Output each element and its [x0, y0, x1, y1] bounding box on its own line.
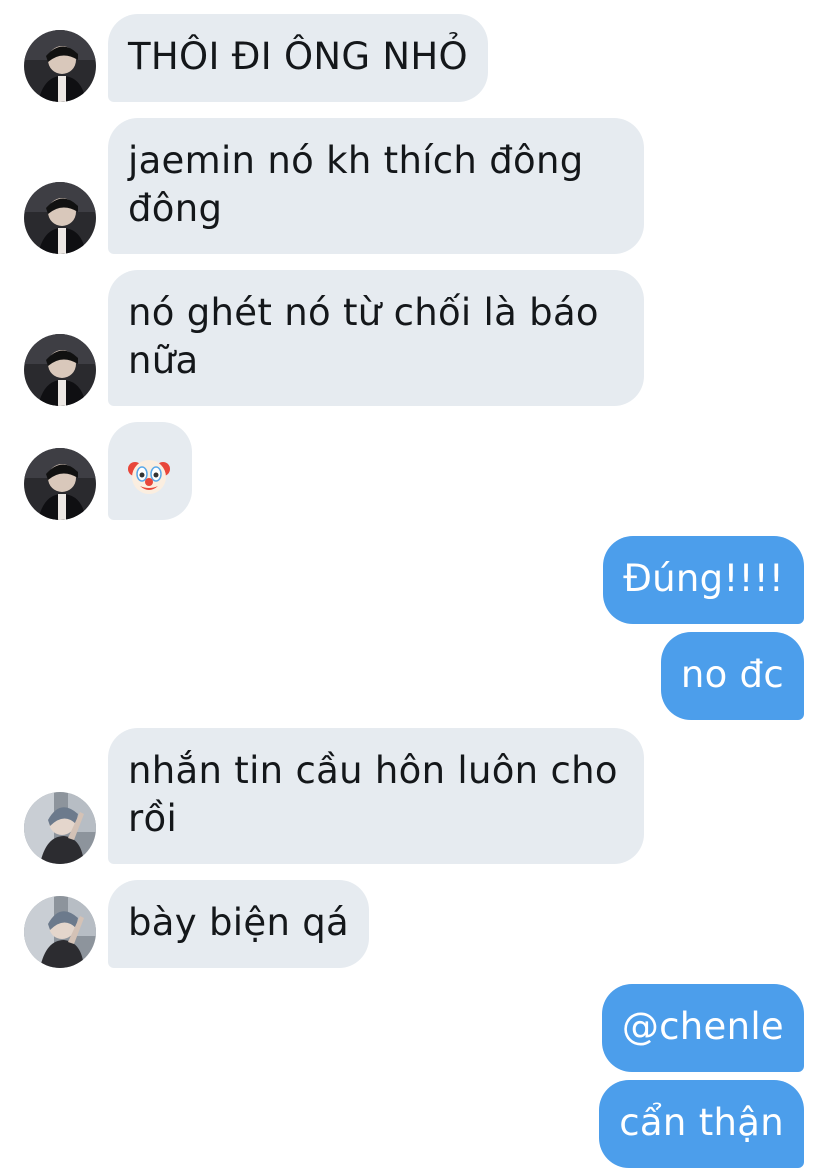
message-text: no đc [680, 653, 784, 696]
message-bubble-incoming[interactable]: bày biện qá [108, 880, 370, 968]
sender-avatar[interactable] [24, 30, 96, 102]
message-bubble-incoming[interactable]: nó ghét nó từ chối là báo nữa [108, 270, 644, 406]
sender-avatar[interactable] [24, 334, 96, 406]
message-text: nó ghét nó từ chối là báo nữa [128, 291, 599, 382]
sender-avatar[interactable] [24, 182, 96, 254]
message-bubble-incoming[interactable] [108, 422, 192, 520]
sender-avatar[interactable] [24, 448, 96, 520]
conversation-thread: THÔI ĐI ÔNG NHỎ jaemin nó kh thích đông … [0, 0, 828, 1176]
avatar-dark-image [24, 448, 96, 520]
sender-avatar[interactable] [24, 896, 96, 968]
avatar-dark-image [24, 30, 96, 102]
message-text: THÔI ĐI ÔNG NHỎ [128, 35, 468, 78]
clown-face-icon [128, 459, 170, 494]
sender-avatar[interactable] [24, 792, 96, 864]
avatar-light-image [24, 792, 96, 864]
message-bubble-outgoing[interactable]: @chenle [601, 984, 804, 1072]
message-bubble-outgoing[interactable]: Đúng!!!! [603, 536, 804, 624]
avatar-light-image [24, 896, 96, 968]
avatar-dark-image [24, 182, 96, 254]
message-text: jaemin nó kh thích đông đông [128, 139, 584, 230]
avatar-dark-image [24, 334, 96, 406]
message-text: cẩn thận [619, 1101, 784, 1144]
message-bubble-outgoing[interactable]: cẩn thận [599, 1080, 804, 1168]
message-text: bày biện qá [128, 901, 350, 944]
message-bubble-incoming[interactable]: jaemin nó kh thích đông đông [108, 118, 644, 254]
message-text: Đúng!!!! [623, 557, 784, 600]
message-bubble-outgoing[interactable]: no đc [660, 632, 804, 720]
message-text: nhắn tin cầu hôn luôn cho rồi [128, 749, 618, 840]
message-bubble-incoming[interactable]: nhắn tin cầu hôn luôn cho rồi [108, 728, 644, 864]
message-text: @chenle [621, 1005, 784, 1048]
message-bubble-incoming[interactable]: THÔI ĐI ÔNG NHỎ [108, 14, 488, 102]
